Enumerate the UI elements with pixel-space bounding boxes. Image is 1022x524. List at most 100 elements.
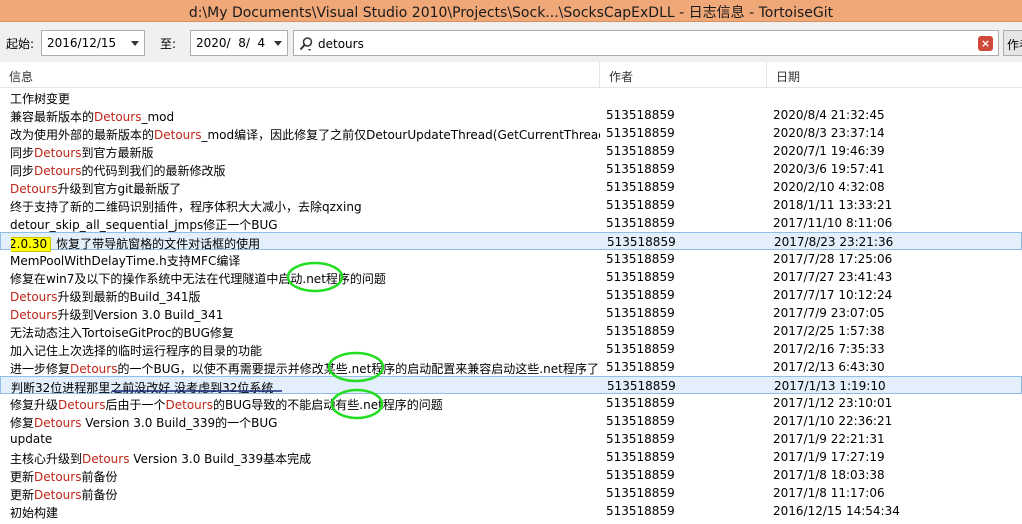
column-date[interactable]: 日期 xyxy=(767,62,1022,87)
log-author: 513518859 xyxy=(606,414,675,428)
log-row[interactable]: 修复Detours Version 3.0 Build_339的一个BUG 513… xyxy=(0,412,1022,430)
message-text: Version 3.0 Build_339基本完成 xyxy=(129,452,312,466)
log-message: 工作树变更 xyxy=(10,90,600,107)
column-header: 信息 作者 日期 xyxy=(0,62,1022,88)
message-text: detour_skip_all_sequential_jmps修正一个BUG xyxy=(10,218,278,232)
log-message: 修复在win7及以下的操作系统中无法在代理隧道中启动.net程序的问题 xyxy=(10,270,600,287)
log-row[interactable]: 修复在win7及以下的操作系统中无法在代理隧道中启动.net程序的问题 51351… xyxy=(0,268,1022,286)
log-date: 2017/1/8 11:17:06 xyxy=(773,486,885,500)
log-author: 513518859 xyxy=(606,450,675,464)
log-row[interactable]: 改为使用外部的最新版本的Detours_mod编译，因此修复了之前仅Detour… xyxy=(0,124,1022,142)
log-date: 2017/7/28 17:25:06 xyxy=(773,252,893,266)
log-row[interactable]: Detours升级到Version 3.0 Build_341 513518859… xyxy=(0,304,1022,322)
log-row[interactable]: 工作树变更 xyxy=(0,88,1022,106)
message-text: update xyxy=(10,432,53,446)
message-text: 恢复了带导航窗格的文件对话框的使用 xyxy=(56,237,261,251)
message-text: 前备份 xyxy=(81,488,118,502)
message-text: 终于支持了新的二维码识别插件，程序体积大大减小，去除qzxing xyxy=(10,200,362,214)
from-date-picker[interactable]: 2016/12/15 xyxy=(41,30,145,56)
log-message: 修复Detours Version 3.0 Build_339的一个BUG xyxy=(10,414,600,431)
log-date: 2017/7/9 23:07:05 xyxy=(773,306,885,320)
column-author[interactable]: 作者 xyxy=(600,62,767,87)
log-row[interactable]: Detours升级到官方git最新版了 513518859 2020/2/10 4:… xyxy=(0,178,1022,196)
log-row[interactable]: 兼容最新版本的Detours_mod 513518859 2020/8/4 21:3… xyxy=(0,106,1022,124)
log-author: 513518859 xyxy=(606,486,675,500)
chevron-down-icon[interactable] xyxy=(126,31,144,55)
author-filter-button[interactable]: 作者 xyxy=(1003,30,1022,56)
message-text: 兼容最新版本的 xyxy=(10,110,95,124)
search-icon[interactable] xyxy=(298,36,314,52)
message-text: 升级到Version 3.0 Build_341 xyxy=(57,308,224,322)
to-date-picker[interactable]: 2020/ 8/ 4 xyxy=(190,30,288,56)
log-row[interactable]: Detours升级到最新的Build_341版 513518859 2017/7/1… xyxy=(0,286,1022,304)
message-text: 同步 xyxy=(10,164,35,178)
search-match-text: Detours xyxy=(58,398,106,412)
log-row[interactable]: 2.0.30 恢复了带导航窗格的文件对话框的使用 513518859 2017/8/2… xyxy=(0,232,1022,252)
search-match-text: Detours xyxy=(154,128,202,142)
log-message: Detours升级到Version 3.0 Build_341 xyxy=(10,306,600,323)
log-author: 513518859 xyxy=(606,270,675,284)
log-row[interactable]: detour_skip_all_sequential_jmps修正一个BUG 51… xyxy=(0,214,1022,232)
message-text: 升级到最新的Build_341版 xyxy=(57,290,201,304)
log-message: 同步Detours到官方最新版 xyxy=(10,144,600,161)
log-date: 2017/7/27 23:41:43 xyxy=(773,270,893,284)
log-message: 无法动态注入TortoiseGitProc的BUG修复 xyxy=(10,324,600,341)
log-row[interactable]: 更新Detours前备份 513518859 2017/1/8 18:03:38 xyxy=(0,466,1022,484)
title-bar: d:\My Documents\Visual Studio 2010\Proje… xyxy=(0,0,1022,22)
message-text: 的一个BUG，以使不再需要提示并修改某些.net程序的启动配置来兼容启动这些.n… xyxy=(117,362,599,376)
message-text: _mod xyxy=(141,110,175,124)
log-date: 2017/1/10 22:36:21 xyxy=(773,414,893,428)
log-author: 513518859 xyxy=(606,252,675,266)
log-row[interactable]: 加入记住上次选择的临时运行程序的目录的功能 513518859 2017/2/16 … xyxy=(0,340,1022,358)
log-author: 513518859 xyxy=(606,360,675,374)
search-match-text: Detours xyxy=(82,452,130,466)
message-text: 无法动态注入TortoiseGitProc的BUG修复 xyxy=(10,326,234,340)
log-author: 513518859 xyxy=(607,235,676,249)
log-author: 513518859 xyxy=(606,342,675,356)
search-match-text: Detours xyxy=(10,308,58,322)
log-date: 2017/7/17 10:12:24 xyxy=(773,288,893,302)
log-date: 2017/1/9 17:27:19 xyxy=(773,450,885,464)
log-row[interactable]: 终于支持了新的二维码识别插件，程序体积大大减小，去除qzxing 51351885… xyxy=(0,196,1022,214)
log-date: 2017/11/10 8:11:06 xyxy=(773,216,893,230)
log-row[interactable]: 初始构建 513518859 2016/12/15 14:54:34 xyxy=(0,502,1022,520)
log-row[interactable]: 同步Detours的代码到我们的最新修改版 513518859 2020/3/6 1… xyxy=(0,160,1022,178)
message-text: 后由于一个 xyxy=(105,398,166,412)
message-text: 判断32位进程那里之前没改好 没考虑到32位系统 xyxy=(11,381,274,395)
log-row[interactable]: 主核心升级到Detours Version 3.0 Build_339基本完成 5… xyxy=(0,448,1022,466)
log-message: 主核心升级到Detours Version 3.0 Build_339基本完成 xyxy=(10,450,600,467)
log-row[interactable]: 判断32位进程那里之前没改好 没考虑到32位系统 513518859 2017/1/… xyxy=(0,376,1022,395)
column-message[interactable]: 信息 xyxy=(0,62,600,87)
log-message: 进一步修复Detours的一个BUG，以使不再需要提示并修改某些.net程序的启… xyxy=(10,360,600,377)
log-row[interactable]: MemPoolWithDelayTime.h支持MFC编译 513518859 20… xyxy=(0,250,1022,268)
log-author: 513518859 xyxy=(606,162,675,176)
search-match-text: Detours xyxy=(34,470,82,484)
log-row[interactable]: 修复升级Detours后由于一个Detours的BUG导致的不能启动有些.net… xyxy=(0,394,1022,412)
log-date: 2017/1/9 22:21:31 xyxy=(773,432,885,446)
message-text: MemPoolWithDelayTime.h支持MFC编译 xyxy=(10,254,241,268)
log-message: 修复升级Detours后由于一个Detours的BUG导致的不能启动有些.net… xyxy=(10,396,600,413)
window-title: d:\My Documents\Visual Studio 2010\Proje… xyxy=(188,5,834,21)
log-author: 513518859 xyxy=(606,306,675,320)
search-match-text: Detours xyxy=(94,110,142,124)
log-row[interactable]: 同步Detours到官方最新版 513518859 2020/7/1 19:46:3… xyxy=(0,142,1022,160)
log-date: 2017/1/13 1:19:10 xyxy=(774,379,886,393)
log-row[interactable]: 无法动态注入TortoiseGitProc的BUG修复 513518859 2017… xyxy=(0,322,1022,340)
log-author: 513518859 xyxy=(607,379,676,393)
log-rows: 工作树变更 兼容最新版本的Detours_mod 513518859 2020/8/4… xyxy=(0,88,1022,520)
message-text: 更新 xyxy=(10,470,35,484)
clear-search-icon[interactable]: × xyxy=(978,36,993,51)
chevron-down-icon[interactable] xyxy=(269,31,287,55)
search-input[interactable] xyxy=(318,35,968,52)
log-message: Detours升级到官方git最新版了 xyxy=(10,180,600,197)
log-row[interactable]: update 513518859 2017/1/9 22:21:31 xyxy=(0,430,1022,448)
log-author: 513518859 xyxy=(606,144,675,158)
message-text: 同步 xyxy=(10,146,35,160)
log-author: 513518859 xyxy=(606,126,675,140)
search-box[interactable]: × xyxy=(293,30,999,56)
log-author: 513518859 xyxy=(606,396,675,410)
log-row[interactable]: 更新Detours前备份 513518859 2017/1/8 11:17:06 xyxy=(0,484,1022,502)
log-row[interactable]: 进一步修复Detours的一个BUG，以使不再需要提示并修改某些.net程序的启… xyxy=(0,358,1022,376)
log-author: 513518859 xyxy=(606,198,675,212)
log-date: 2020/8/3 23:37:14 xyxy=(773,126,885,140)
